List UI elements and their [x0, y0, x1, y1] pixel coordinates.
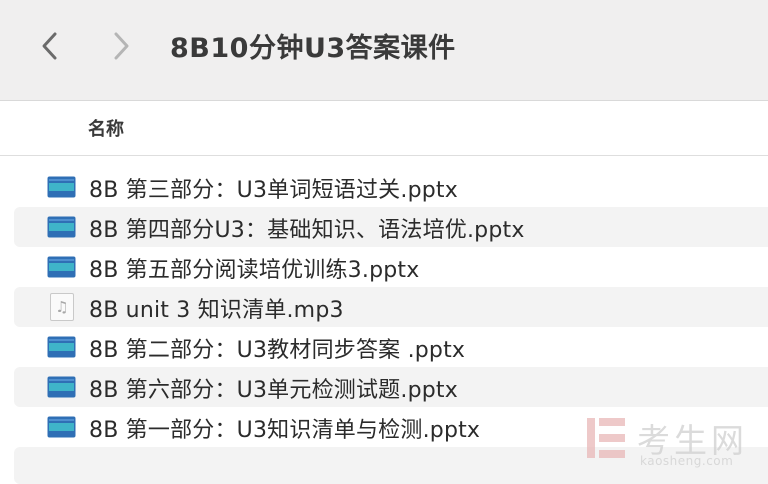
window-toolbar: 8B10分钟U3答案课件: [0, 0, 768, 101]
window-title: 8B10分钟U3答案课件: [170, 33, 456, 64]
back-button[interactable]: [31, 28, 67, 64]
file-row[interactable]: 8B 第四部分U3：基础知识、语法培优.pptx: [14, 207, 768, 247]
name-column-header[interactable]: 名称: [88, 115, 124, 141]
file-name: 8B 第五部分阅读培优训练3.pptx: [89, 258, 420, 283]
file-name: 8B 第六部分：U3单元检测试题.pptx: [89, 378, 458, 403]
file-row[interactable]: 8B 第二部分：U3教材同步答案 .pptx: [14, 327, 768, 367]
watermark-logo-icon: [587, 418, 625, 458]
file-name: 8B unit 3 知识清单.mp3: [89, 298, 344, 323]
forward-button[interactable]: [104, 28, 140, 64]
pptx-file-icon: [47, 376, 76, 398]
watermark-url: kaosheng.com: [640, 454, 734, 468]
file-name: 8B 第四部分U3：基础知识、语法培优.pptx: [89, 218, 525, 243]
watermark: 考生网 kaosheng.com: [585, 414, 765, 474]
file-row[interactable]: 8B 第三部分：U3单词短语过关.pptx: [14, 167, 768, 207]
chevron-right-icon: [114, 32, 129, 60]
pptx-file-icon: [47, 216, 76, 238]
file-row[interactable]: 8B 第六部分：U3单元检测试题.pptx: [14, 367, 768, 407]
pptx-file-icon: [47, 336, 76, 358]
file-name: 8B 第一部分：U3知识清单与检测.pptx: [89, 418, 481, 443]
list-column-header: 名称: [0, 101, 768, 156]
pptx-file-icon: [47, 256, 76, 278]
pptx-file-icon: [47, 416, 76, 438]
file-name: 8B 第三部分：U3单词短语过关.pptx: [89, 178, 458, 203]
file-list: 8B 第三部分：U3单词短语过关.pptx 8B 第四部分U3：基础知识、语法培…: [0, 167, 768, 447]
music-note-icon: ♫: [50, 293, 74, 321]
chevron-left-icon: [42, 32, 57, 60]
file-row[interactable]: ♫ 8B unit 3 知识清单.mp3: [14, 287, 768, 327]
file-name: 8B 第二部分：U3教材同步答案 .pptx: [89, 338, 466, 363]
file-row[interactable]: 8B 第五部分阅读培优训练3.pptx: [14, 247, 768, 287]
pptx-file-icon: [47, 176, 76, 198]
